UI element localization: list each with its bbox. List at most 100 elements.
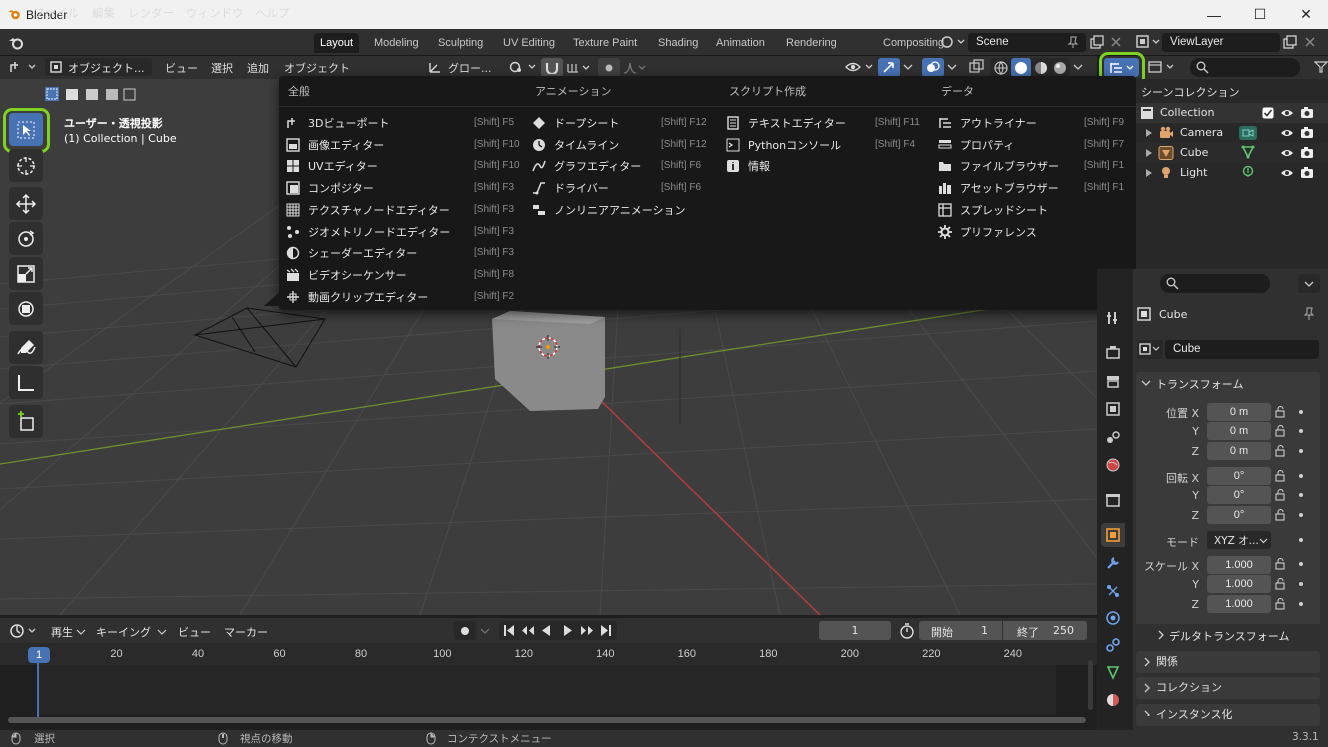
eye-icon[interactable] [1280, 147, 1294, 159]
overlay-toggle[interactable] [922, 58, 944, 77]
menu-window[interactable]: ウィンドウ [186, 5, 244, 21]
keyframe-dot-icon[interactable] [1299, 602, 1303, 606]
render-camera-icon[interactable] [1300, 106, 1314, 119]
location-y-field[interactable]: 0 m [1207, 422, 1271, 440]
transform-orientation-icon[interactable] [428, 60, 444, 74]
start-frame-field[interactable]: 開始 1 [919, 621, 1002, 640]
rotation-x-field[interactable]: 0° [1207, 467, 1271, 485]
timeline-scrollbar[interactable] [8, 717, 1086, 723]
tab-world[interactable] [1101, 453, 1125, 477]
cursor-tool[interactable] [9, 149, 43, 182]
tab-view-layer[interactable] [1101, 397, 1125, 421]
material-preview-icon[interactable] [1034, 61, 1048, 75]
collections-section[interactable]: コレクション [1136, 677, 1320, 699]
rendered-shading-icon[interactable] [1053, 61, 1067, 75]
editor-type-3d-icon[interactable] [8, 59, 38, 75]
eye-icon[interactable] [1280, 167, 1294, 179]
timeline-vertical-scrollbar[interactable] [1088, 660, 1093, 710]
menu-playback[interactable]: 再生 [51, 624, 73, 640]
editor-menu-item[interactable]: スプレッドシート [938, 200, 1128, 220]
outliner-row[interactable]: Light [1136, 163, 1328, 183]
rotate-tool[interactable] [9, 222, 43, 255]
lock-icon[interactable] [1275, 445, 1287, 457]
delete-scene-icon[interactable] [1110, 36, 1122, 48]
tab-modifiers[interactable] [1101, 551, 1125, 575]
pin-icon[interactable] [1067, 36, 1079, 49]
menu-edit[interactable]: 編集 [92, 5, 115, 21]
tab-tool[interactable] [1101, 306, 1125, 330]
scale-z-field[interactable]: 1.000 [1207, 595, 1271, 613]
eye-icon[interactable] [1280, 127, 1294, 139]
lock-icon[interactable] [1275, 558, 1287, 570]
menu-timeline-view[interactable]: ビュー [178, 624, 211, 640]
new-view-layer-icon[interactable] [1283, 35, 1297, 49]
snap-toggle[interactable] [541, 58, 563, 77]
keyframe-dot-icon[interactable] [1299, 538, 1303, 542]
relations-section[interactable]: 関係 [1136, 651, 1320, 673]
outliner-row-collection[interactable]: Collection [1136, 103, 1328, 123]
transform-tool[interactable] [9, 292, 43, 325]
menu-object[interactable]: オブジェクト [284, 60, 350, 76]
keyframe-dot-icon[interactable] [1299, 562, 1303, 566]
tab-scene[interactable] [1101, 425, 1125, 449]
new-scene-icon[interactable] [1090, 35, 1104, 49]
tab-texture-paint[interactable]: Texture Paint [567, 33, 643, 53]
rotation-mode-dropdown[interactable]: XYZ オ... [1207, 531, 1271, 549]
tab-sculpting[interactable]: Sculpting [432, 33, 489, 53]
properties-options-dropdown[interactable] [1298, 274, 1320, 293]
playhead-line[interactable] [37, 660, 39, 720]
tab-data[interactable] [1101, 660, 1125, 684]
object-browse-button[interactable] [1137, 340, 1163, 359]
lock-icon[interactable] [1275, 406, 1287, 418]
lock-icon[interactable] [1275, 509, 1287, 521]
location-x-field[interactable]: 0 m [1207, 403, 1271, 421]
render-camera-icon[interactable] [1300, 146, 1314, 159]
tab-render[interactable] [1101, 340, 1125, 364]
keyframe-dot-icon[interactable] [1299, 513, 1303, 517]
overlay-dropdown-icon[interactable] [946, 60, 958, 74]
render-camera-icon[interactable] [1300, 166, 1314, 179]
instancing-section[interactable]: インスタンス化 [1136, 704, 1320, 726]
filter-icon[interactable] [1314, 60, 1328, 74]
keyframe-dot-icon[interactable] [1299, 582, 1303, 586]
tab-physics[interactable] [1101, 606, 1125, 630]
tab-shading[interactable]: Shading [652, 33, 704, 53]
menu-view[interactable]: ビュー [165, 60, 198, 76]
preview-range-icon[interactable] [898, 622, 916, 640]
delta-transform-header[interactable]: デルタトランスフォーム [1153, 626, 1319, 644]
gizmo-dropdown-icon[interactable] [902, 60, 914, 74]
keyframe-dot-icon[interactable] [1299, 429, 1303, 433]
location-z-field[interactable]: 0 m [1207, 442, 1271, 460]
menu-add[interactable]: 追加 [247, 60, 269, 76]
visibility-icon[interactable] [845, 59, 875, 75]
tab-constraints[interactable] [1101, 633, 1125, 657]
expand-arrow-icon[interactable] [1145, 169, 1153, 177]
lock-icon[interactable] [1275, 470, 1287, 482]
lock-icon[interactable] [1275, 578, 1287, 590]
tab-animation[interactable]: Animation [710, 33, 771, 53]
eye-icon[interactable] [1280, 107, 1294, 119]
menu-render[interactable]: レンダー [128, 5, 174, 21]
gizmo-toggle[interactable] [878, 58, 900, 77]
xray-toggle-icon[interactable] [968, 59, 986, 75]
keyframe-dot-icon[interactable] [1299, 410, 1303, 414]
current-frame-field[interactable]: 1 [819, 621, 891, 640]
pin-icon[interactable] [1302, 307, 1316, 321]
outliner-row[interactable]: Cube [1136, 143, 1328, 163]
transform-section-header[interactable]: トランスフォーム [1136, 372, 1320, 394]
maximize-button[interactable]: ☐ [1237, 0, 1283, 29]
lock-icon[interactable] [1275, 425, 1287, 437]
menu-help[interactable]: ヘルプ [255, 5, 290, 21]
scale-y-field[interactable]: 1.000 [1207, 575, 1271, 593]
properties-search-input[interactable] [1160, 274, 1270, 293]
transform-orientation-label[interactable]: グロー... [448, 60, 492, 76]
playhead-frame[interactable]: 1 [28, 647, 50, 663]
lock-icon[interactable] [1275, 598, 1287, 610]
rotation-y-field[interactable]: 0° [1207, 486, 1271, 504]
tab-collection[interactable] [1101, 488, 1125, 512]
add-cube-tool[interactable] [9, 405, 43, 438]
minimize-button[interactable]: — [1191, 0, 1237, 29]
menu-select[interactable]: 選択 [211, 60, 233, 76]
scale-x-field[interactable]: 1.000 [1207, 556, 1271, 574]
tab-material[interactable] [1101, 688, 1125, 712]
